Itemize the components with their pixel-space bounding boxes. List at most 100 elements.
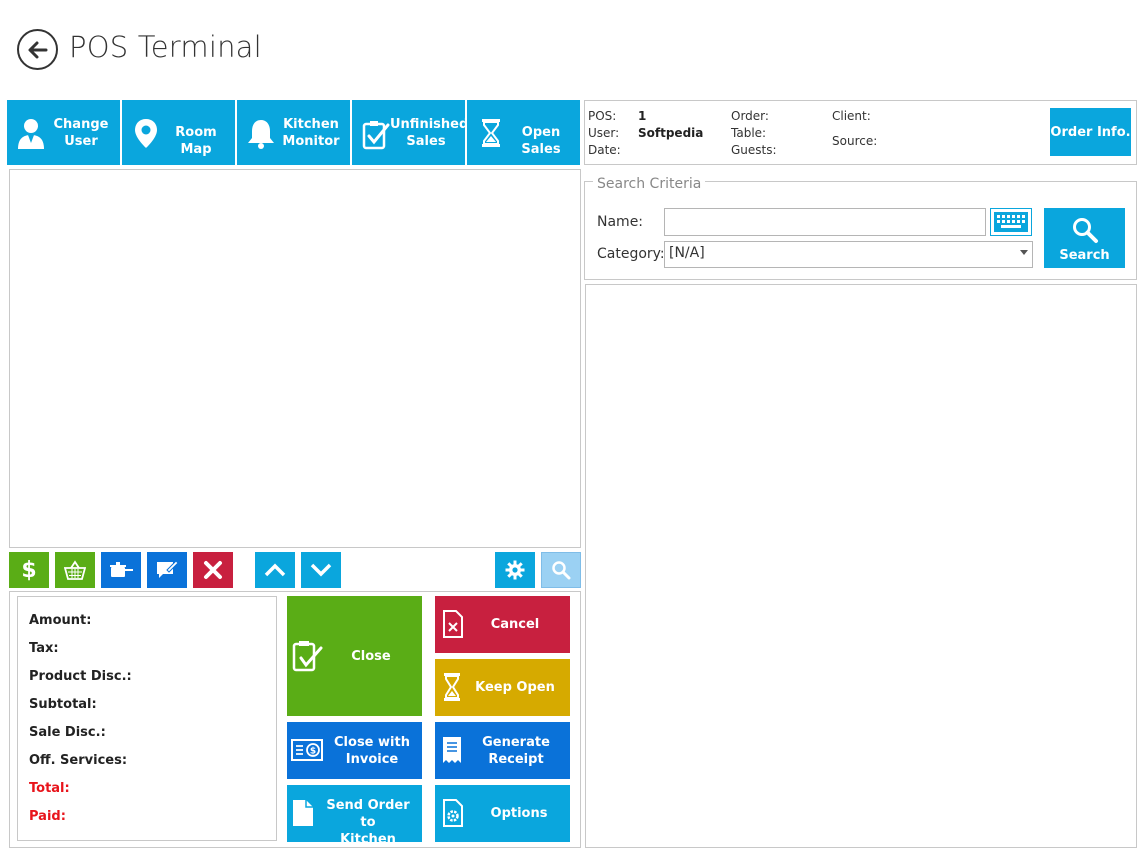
category-label: Category: [597,246,665,262]
clipboard-check-icon [292,641,323,672]
options-label: Options [490,806,548,821]
settings-button[interactable] [495,552,535,588]
kitchen-monitor-button[interactable]: Kitchen Monitor [237,100,350,165]
move-down-button[interactable] [301,552,341,588]
search-button-label: Search [1059,248,1110,263]
generate-receipt-label-2: Receipt [488,752,544,767]
change-user-label-1: Change [53,117,109,132]
chevron-down-icon [310,563,332,577]
receipt-icon [443,737,461,763]
change-user-button[interactable]: Change User [7,100,120,165]
off-services-label: Off. Services: [29,753,128,768]
tax-label: Tax: [29,641,59,656]
edit-note-icon [157,560,179,578]
source-label: Source: [832,134,878,148]
pos-label: POS: [588,109,617,123]
search-criteria-legend: Search Criteria [593,176,706,192]
order-info-button[interactable]: Order Info. [1050,108,1131,156]
keep-open-button[interactable]: Keep Open [435,659,570,716]
unfinished-sales-label-2: Sales [406,134,446,149]
bell-icon [248,119,274,149]
room-map-button[interactable]: Room Map [122,100,235,165]
generate-receipt-button[interactable]: Generate Receipt [435,722,570,779]
page-title: POS Terminal [69,30,262,64]
note-edit-button[interactable] [147,552,187,588]
name-search-input[interactable] [664,208,986,236]
subtotal-label: Subtotal: [29,697,97,712]
options-button[interactable]: Options [435,785,570,842]
arrow-left-icon [28,41,47,58]
document-icon [293,800,313,826]
dropdown-arrow-icon [1020,250,1028,255]
amount-label: Amount: [29,613,92,628]
order-items-list[interactable] [9,169,581,548]
sale-disc-label: Sale Disc.: [29,725,106,740]
map-pin-icon [135,118,157,148]
hourglass-icon [444,673,460,701]
invoice-icon: $ [291,739,323,761]
unfinished-sales-button[interactable]: Unfinished Sales [352,100,469,165]
pot-icon [110,562,133,577]
change-user-label-2: User [64,134,98,149]
close-icon [204,561,222,579]
search-icon [552,561,571,580]
open-sales-button[interactable]: Open Sales [467,100,580,165]
clipboard-check-icon [362,120,390,149]
search-toggle-button[interactable] [541,552,581,588]
close-with-invoice-label-1: Close with [334,735,410,750]
send-order-label-1: Send Order to [326,798,410,830]
order-label: Order: [731,109,769,123]
room-map-label: Room Map [175,125,217,157]
move-up-button[interactable] [255,552,295,588]
close-sale-button[interactable]: Close [287,596,422,716]
payment-button[interactable]: $ [9,552,49,588]
close-label: Close [351,649,391,664]
kitchen-monitor-label-2: Monitor [282,134,340,149]
total-label: Total: [29,781,70,796]
cancel-label: Cancel [490,617,540,632]
user-icon [18,118,44,149]
product-results-area[interactable] [585,284,1137,848]
table-label: Table: [731,126,767,140]
client-label: Client: [832,109,871,123]
basket-button[interactable] [55,552,95,588]
send-order-label-2: Kitchen [340,832,396,847]
search-icon [1073,218,1098,243]
user-label: User: [588,126,620,140]
chevron-up-icon [264,563,286,577]
close-with-invoice-button[interactable]: $ Close with Invoice [287,722,422,779]
hourglass-icon [482,118,500,147]
file-cancel-icon [443,610,463,638]
generate-receipt-label-1: Generate [482,735,550,750]
name-label: Name: [597,214,644,230]
gear-icon [505,560,525,580]
product-disc-label: Product Disc.: [29,669,132,684]
keep-open-label: Keep Open [475,680,555,695]
svg-text:$: $ [310,747,316,757]
back-button[interactable] [17,29,58,70]
keyboard-button[interactable] [990,208,1032,236]
unfinished-sales-label-1: Unfinished [390,117,469,132]
search-button[interactable]: Search [1044,208,1125,268]
user-value: Softpedia [638,126,704,140]
category-selected-value: [N/A] [669,245,705,261]
paid-label: Paid: [29,809,66,824]
close-with-invoice-label-2: Invoice [345,752,399,767]
kitchen-pot-button[interactable] [101,552,141,588]
totals-box: Amount: Tax: Product Disc.: Subtotal: Sa… [17,596,277,841]
cancel-sale-button[interactable]: Cancel [435,596,570,653]
basket-icon [64,560,86,580]
open-sales-label: Open Sales [521,125,561,157]
category-select[interactable]: [N/A] [664,241,1033,268]
dollar-icon: $ [21,557,37,583]
delete-item-button[interactable] [193,552,233,588]
pos-value: 1 [638,109,647,123]
keyboard-icon [994,212,1028,232]
date-label: Date: [588,143,621,157]
send-order-to-kitchen-button[interactable]: Send Order to Kitchen [287,785,422,847]
guests-label: Guests: [731,143,777,157]
order-info-label: Order Info. [1050,124,1131,140]
order-info-panel: POS: 1 User: Softpedia Date: Order: Tabl… [584,100,1137,165]
file-settings-icon [443,799,463,827]
kitchen-monitor-label-1: Kitchen [283,117,339,132]
